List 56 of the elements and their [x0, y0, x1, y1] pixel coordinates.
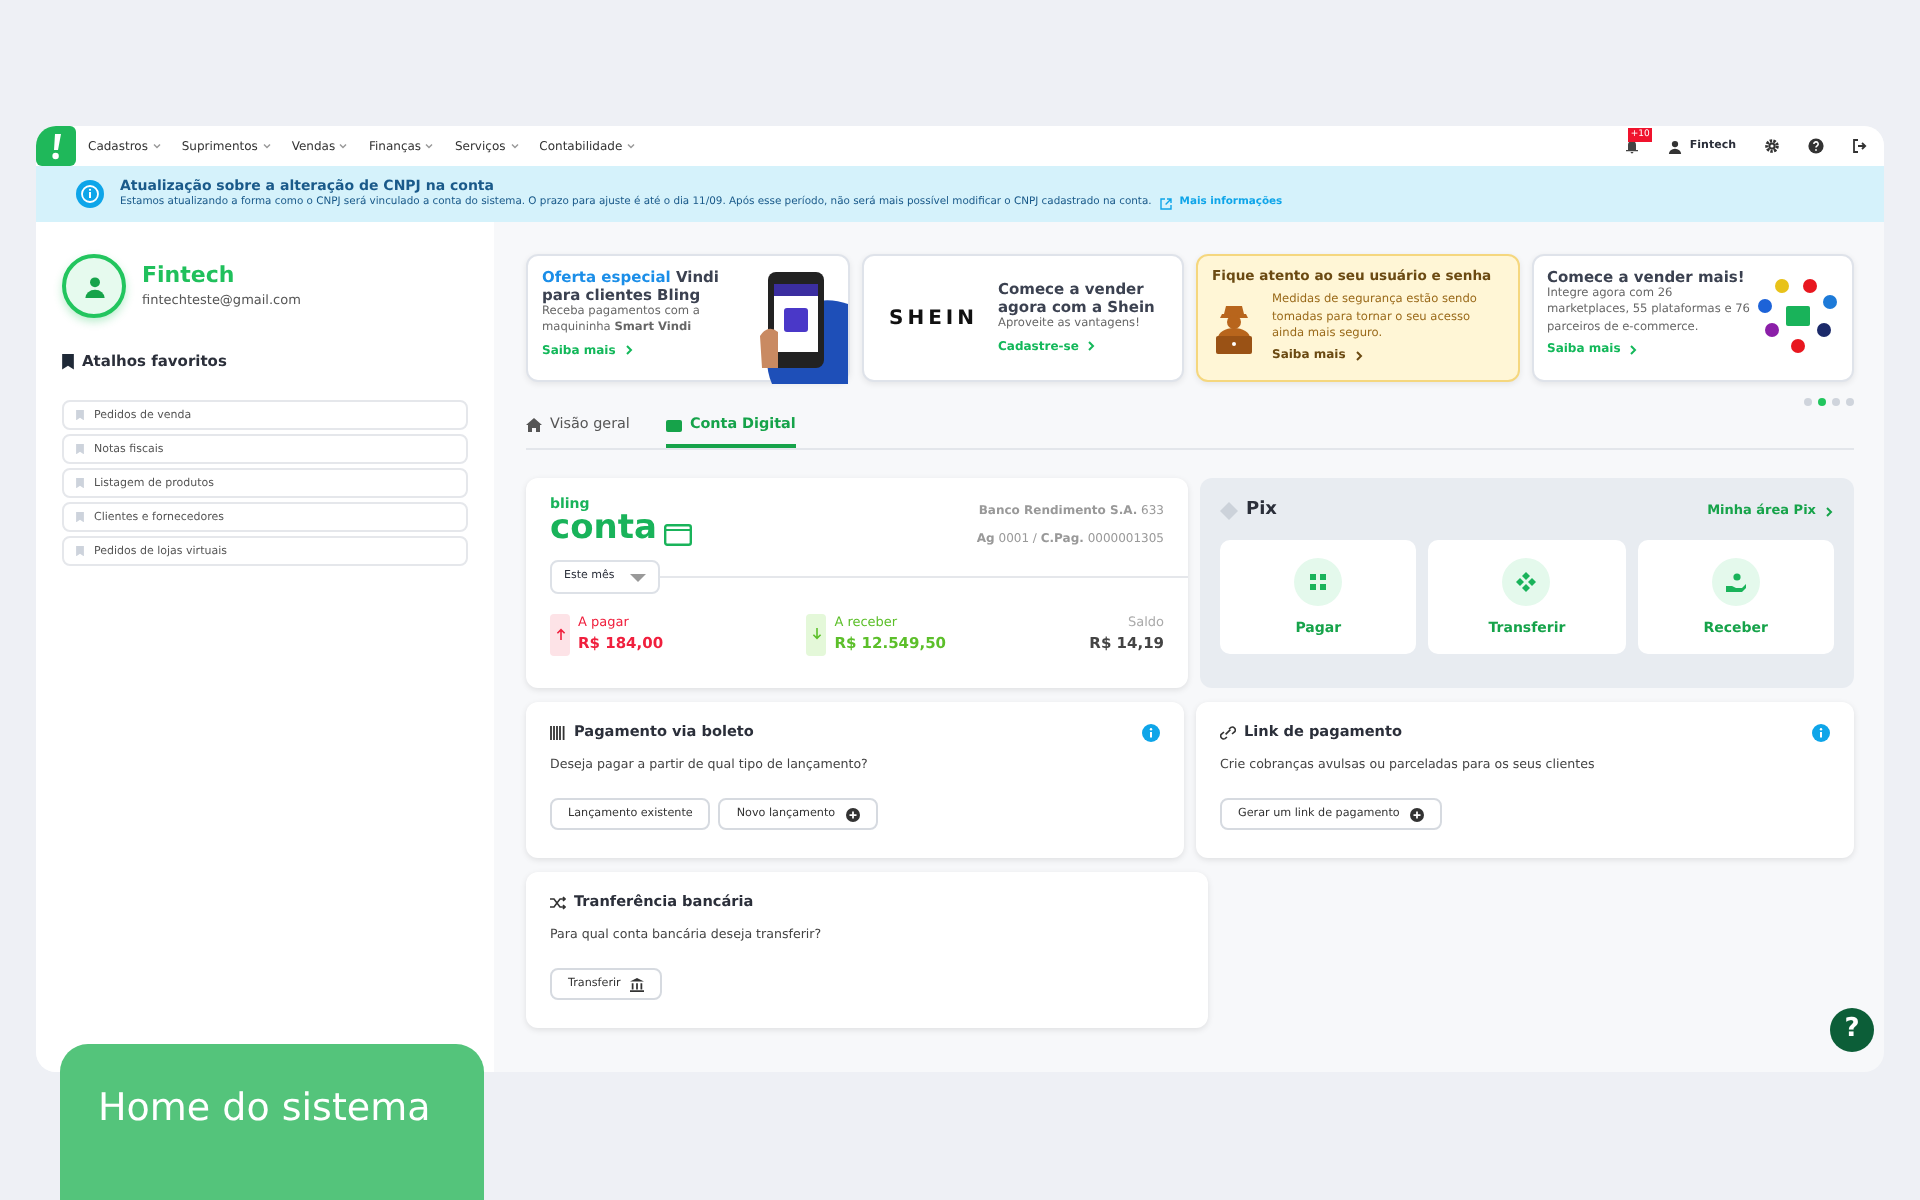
- carousel-dot[interactable]: [1846, 398, 1854, 406]
- bookmark-icon: [76, 512, 84, 523]
- logout-icon[interactable]: [1852, 138, 1868, 154]
- caret-icon: [151, 141, 162, 150]
- external-link-icon: [1159, 198, 1172, 211]
- bell-icon[interactable]: [1623, 137, 1640, 154]
- caret-icon: [509, 141, 520, 150]
- carousel-dot[interactable]: [1804, 398, 1812, 406]
- help-icon[interactable]: [1808, 138, 1824, 154]
- qr-code-icon: [1308, 571, 1329, 592]
- info-icon[interactable]: [1142, 723, 1160, 742]
- bookmark-icon: [76, 546, 84, 557]
- caret-icon: [261, 141, 272, 150]
- bookmark-icon: [76, 410, 84, 421]
- panel-title: Pix: [1246, 497, 1277, 524]
- bank-icon: [630, 977, 645, 992]
- carousel-dot[interactable]: [1832, 398, 1840, 406]
- caret-icon: [626, 141, 637, 150]
- logo-icon[interactable]: [36, 126, 76, 166]
- barcode-icon: [550, 725, 566, 740]
- user-icon: [83, 275, 105, 297]
- chevron-right-icon: [623, 344, 634, 357]
- caption-label: Home do sistema: [60, 1044, 484, 1200]
- shuffle-icon: [550, 895, 566, 910]
- arrow-up-icon: [550, 613, 570, 656]
- plus-icon: [845, 807, 860, 822]
- settings-icon[interactable]: [1764, 138, 1780, 154]
- pix-icon: [1516, 571, 1537, 592]
- profile-name: Fintech: [142, 259, 237, 292]
- integrations-drawing: [1758, 278, 1838, 358]
- shein-logo: SHEIN: [889, 305, 978, 333]
- logo-text: conta: [550, 511, 657, 546]
- chevron-right-icon: [1628, 343, 1639, 356]
- arrow-down-icon: [806, 613, 827, 656]
- hacker-icon: [1212, 302, 1256, 355]
- chevron-right-icon: [1353, 349, 1364, 362]
- bookmark-icon: [76, 444, 84, 455]
- chevron-right-icon: [1824, 505, 1834, 518]
- home-icon: [526, 417, 542, 432]
- help-button[interactable]: ?: [1830, 1008, 1874, 1052]
- wallet-icon: [665, 417, 682, 432]
- bookmark-icon: [62, 353, 74, 370]
- chevron-right-icon: [1086, 340, 1097, 353]
- user-icon: [1667, 139, 1682, 153]
- bookmark-icon: [76, 478, 84, 489]
- plus-icon: [1409, 807, 1424, 822]
- diamond-icon: [1220, 502, 1238, 521]
- info-icon: [76, 180, 104, 208]
- carousel-dot[interactable]: [1818, 398, 1826, 406]
- wallet-icon: [664, 523, 693, 546]
- link-icon: [1220, 725, 1236, 740]
- caret-icon: [630, 573, 647, 582]
- caret-icon: [424, 141, 435, 150]
- info-icon[interactable]: [1812, 723, 1830, 742]
- hand-coin-icon: [1725, 571, 1746, 592]
- caret-icon: [338, 141, 349, 150]
